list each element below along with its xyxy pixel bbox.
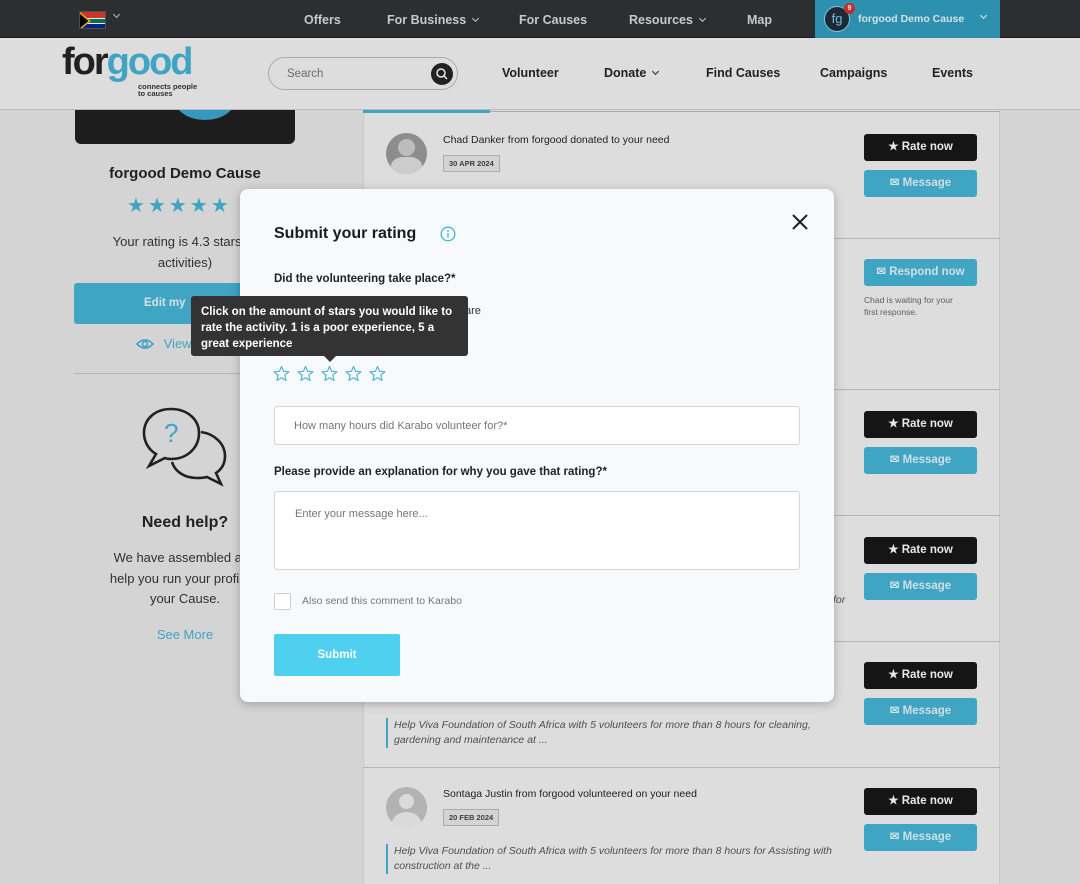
close-icon[interactable] — [791, 213, 809, 236]
star-icon[interactable] — [273, 365, 290, 387]
star-icon[interactable] — [345, 365, 362, 387]
hours-input[interactable] — [274, 406, 800, 445]
send-comment-checkbox[interactable] — [274, 593, 291, 610]
explanation-label: Please provide an explanation for why yo… — [274, 466, 607, 478]
star-icon[interactable] — [369, 365, 386, 387]
submit-button[interactable]: Submit — [274, 634, 400, 676]
explanation-textarea[interactable] — [274, 491, 800, 570]
star-rating-input — [273, 365, 393, 387]
send-comment-label[interactable]: Also send this comment to Karabo — [302, 595, 462, 607]
info-icon[interactable] — [440, 226, 456, 247]
question-volunteering-took-place: Did the volunteering take place?* — [274, 273, 456, 285]
star-icon[interactable] — [321, 365, 338, 387]
rating-modal: Submit your rating Did the volunteering … — [240, 189, 834, 702]
rating-tooltip: Click on the amount of stars you would l… — [191, 296, 468, 362]
star-icon[interactable] — [297, 365, 314, 387]
modal-title: Submit your rating — [274, 225, 417, 242]
